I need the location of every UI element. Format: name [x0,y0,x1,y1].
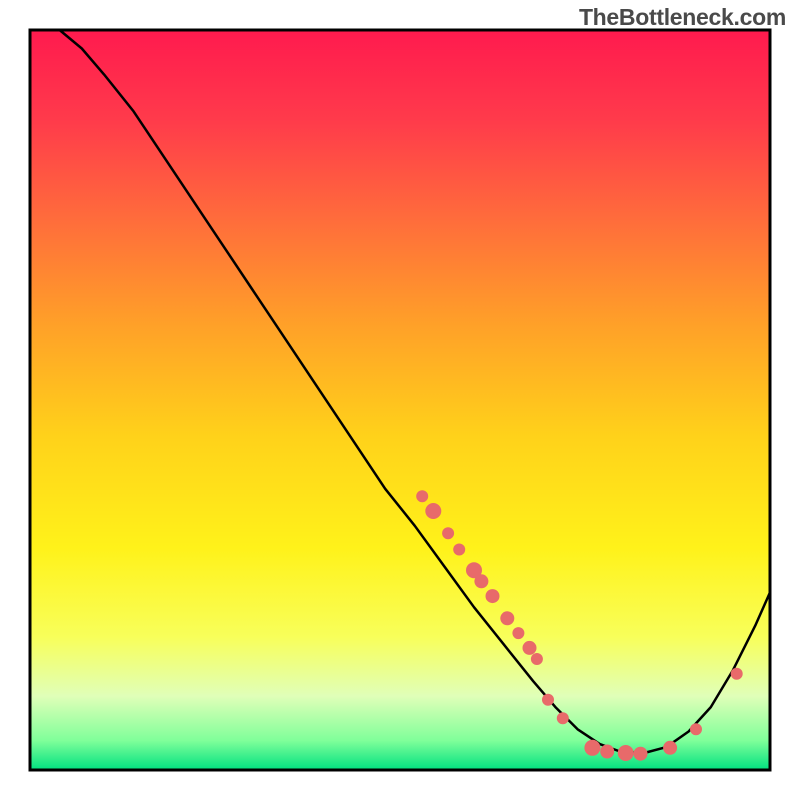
data-point [474,574,488,588]
data-point [523,641,537,655]
data-point [731,668,743,680]
bottleneck-curve-chart [0,0,800,800]
data-point [690,723,702,735]
data-point [542,694,554,706]
data-point [512,627,524,639]
data-point [453,543,465,555]
data-point [600,745,614,759]
chart-container: TheBottleneck.com [0,0,800,800]
data-point [618,745,634,761]
data-point [486,589,500,603]
data-point [500,611,514,625]
data-point [531,653,543,665]
data-point [425,503,441,519]
data-point [416,490,428,502]
data-point [442,527,454,539]
watermark-text: TheBottleneck.com [579,4,786,31]
data-point [663,741,677,755]
data-point [557,712,569,724]
gradient-background [30,30,770,770]
data-point [634,747,648,761]
data-point [584,740,600,756]
